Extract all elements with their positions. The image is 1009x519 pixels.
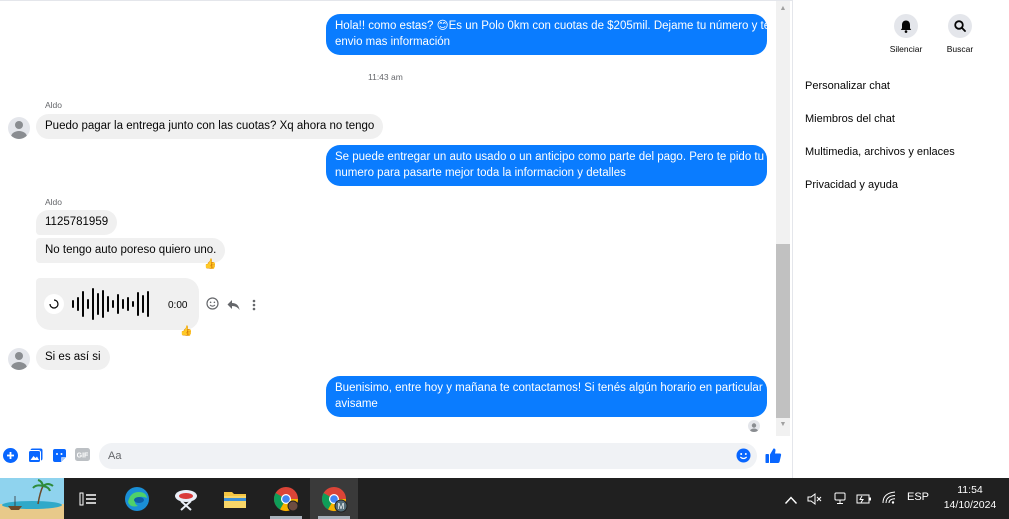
windows-taskbar: M ESP 11:54 14/10/2024 [0, 478, 1009, 519]
mute-button[interactable] [894, 14, 918, 38]
message-text: Si es así si [45, 351, 101, 363]
volume-muted-icon[interactable] [807, 492, 823, 510]
message-text-line: numero para pasarte mejor toda la inform… [335, 166, 626, 179]
message-text-line: Hola!! como estas? 😊Es un Polo 0km con c… [335, 20, 771, 32]
sender-name: Aldo [45, 197, 63, 207]
chat-thread[interactable]: Hola!! como estas? 😊Es un Polo 0km con c… [0, 1, 776, 436]
bell-icon [900, 20, 912, 33]
message-outgoing[interactable]: Buenisimo, entre hoy y mañana te contact… [326, 376, 767, 417]
file-explorer-icon[interactable] [215, 478, 255, 519]
search-button[interactable] [948, 14, 972, 38]
start-beach-icon[interactable] [0, 478, 64, 519]
voice-message[interactable]: 0:00 [36, 278, 199, 330]
search-icon [954, 20, 966, 32]
like-icon[interactable] [765, 447, 782, 463]
language-indicator[interactable]: ESP [907, 491, 929, 503]
svg-text:M: M [338, 502, 345, 511]
message-text-line: Se puede entregar un auto usado o un ant… [335, 151, 765, 163]
play-icon[interactable] [44, 294, 64, 314]
message-incoming[interactable]: Puedo pagar la entrega junto con las cuo… [36, 114, 384, 139]
reaction-thumbs-up[interactable]: 👍 [204, 259, 216, 271]
timestamp: 11:43 am [368, 72, 403, 82]
wifi-icon[interactable] [882, 491, 898, 510]
message-text-line: Buenisimo, entre hoy y mañana te contact… [335, 382, 763, 394]
meet-icon[interactable] [833, 491, 847, 510]
message-text: Puedo pagar la entrega junto con las cuo… [45, 120, 375, 132]
message-text: 1125781959 [45, 216, 109, 228]
menu-chat-members[interactable]: Miembros del chat [805, 113, 895, 125]
image-icon[interactable] [28, 448, 44, 464]
message-outgoing[interactable]: Hola!! como estas? 😊Es un Polo 0km con c… [326, 14, 771, 55]
chrome-profile-icon[interactable]: M [310, 478, 358, 519]
menu-media-files-links[interactable]: Multimedia, archivos y enlaces [805, 146, 955, 158]
message-input[interactable]: Aa [99, 443, 757, 469]
audio-duration: 0:00 [168, 300, 188, 311]
message-text: No tengo auto poreso quiero uno. [45, 244, 217, 256]
plus-icon[interactable] [3, 448, 19, 464]
sender-name: Aldo [45, 100, 63, 110]
edge-icon[interactable] [117, 478, 157, 519]
clock-time: 11:54 [957, 484, 983, 496]
message-outgoing[interactable]: Se puede entregar un auto usado o un ant… [326, 145, 767, 186]
message-incoming[interactable]: No tengo auto poreso quiero uno. [36, 238, 226, 263]
clock[interactable]: 11:54 14/10/2024 [935, 483, 1005, 513]
gif-icon[interactable]: GIF [75, 448, 91, 464]
emoji-icon[interactable] [736, 448, 752, 464]
power-icon[interactable] [856, 492, 872, 510]
react-icon[interactable] [206, 297, 219, 315]
menu-privacy-help[interactable]: Privacidad y ayuda [805, 179, 898, 191]
snipping-tool-icon[interactable] [166, 478, 206, 519]
waveform[interactable] [70, 286, 154, 322]
more-icon[interactable] [252, 298, 256, 316]
avatar[interactable] [8, 117, 30, 139]
message-incoming[interactable]: 1125781959 [36, 210, 118, 235]
composer-bar: GIF Aa [0, 437, 792, 478]
scroll-down-arrow[interactable]: ▼ [779, 421, 787, 428]
scrollbar-thumb[interactable] [776, 244, 790, 418]
scroll-up-arrow[interactable]: ▲ [779, 5, 787, 12]
svg-text:GIF: GIF [77, 453, 89, 460]
avatar[interactable] [8, 348, 30, 370]
message-incoming[interactable]: Si es así si [36, 345, 110, 370]
chevron-up-icon[interactable] [784, 492, 798, 510]
chrome-icon[interactable] [264, 478, 308, 519]
message-text-line: envio mas información [335, 35, 451, 48]
seen-avatar [748, 420, 760, 432]
chat-info-panel: Silenciar Buscar Personalizar chat Miemb… [792, 0, 1009, 478]
menu-customize-chat[interactable]: Personalizar chat [805, 80, 890, 92]
reaction-thumbs-up[interactable]: 👍 [180, 326, 192, 338]
message-text-line: avisame [335, 397, 378, 410]
message-input-placeholder: Aa [108, 450, 122, 462]
search-label: Buscar [946, 44, 974, 54]
clock-date: 14/10/2024 [943, 499, 997, 511]
reply-icon[interactable] [227, 298, 240, 316]
task-view-icon[interactable] [68, 478, 108, 519]
messenger-window: Hola!! como estas? 😊Es un Polo 0km con c… [0, 0, 1009, 478]
sticker-icon[interactable] [52, 448, 68, 464]
mute-label: Silenciar [889, 44, 923, 54]
